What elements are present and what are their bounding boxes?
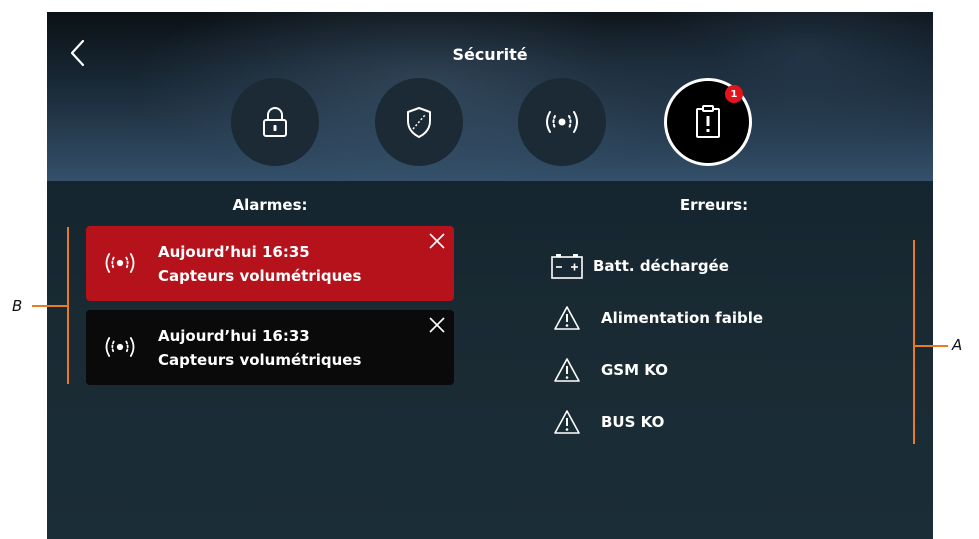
battery-icon — [551, 251, 583, 281]
alarm-time: Aujourd’hui 16:33 — [158, 327, 310, 345]
error-item: BUS KO — [551, 407, 664, 437]
alarm-label: Capteurs volumétriques — [158, 351, 362, 369]
warning-icon — [551, 303, 583, 333]
tab-alerts[interactable]: 1 — [664, 78, 752, 166]
callout-leader-right — [914, 345, 948, 347]
alarms-heading: Alarmes: — [232, 196, 308, 214]
tab-lock[interactable] — [231, 78, 319, 166]
warning-icon — [551, 407, 583, 437]
callout-leader-left — [32, 305, 68, 307]
header-background — [47, 12, 933, 181]
security-screen: Sécurité 1 Alarmes: Erreurs: Aujourd’hui… — [47, 12, 933, 539]
signal-icon — [105, 337, 135, 357]
warning-icon — [551, 355, 583, 385]
alarm-label: Capteurs volumétriques — [158, 267, 362, 285]
callout-label-left: B — [12, 297, 23, 315]
lock-icon — [263, 107, 287, 137]
notification-badge: 1 — [725, 85, 743, 103]
errors-heading: Erreurs: — [679, 196, 749, 214]
tab-shield[interactable] — [375, 78, 463, 166]
error-item: Batt. déchargée — [551, 251, 729, 281]
signal-icon — [105, 253, 135, 273]
page-title: Sécurité — [452, 45, 528, 64]
callout-bracket-right — [913, 240, 915, 444]
alarm-time: Aujourd’hui 16:35 — [158, 243, 310, 261]
error-item: GSM KO — [551, 355, 668, 385]
error-label: BUS KO — [601, 413, 665, 431]
shield-icon — [407, 107, 431, 138]
error-label: Alimentation faible — [601, 309, 764, 327]
close-icon[interactable] — [428, 232, 446, 250]
alarm-card[interactable]: Aujourd’hui 16:35 Capteurs volumétriques — [86, 226, 454, 301]
alarm-card[interactable]: Aujourd’hui 16:33 Capteurs volumétriques — [86, 310, 454, 385]
callout-label-right: A — [952, 336, 963, 354]
error-label: Batt. déchargée — [593, 257, 729, 275]
tab-signal[interactable] — [518, 78, 606, 166]
signal-icon — [546, 111, 578, 133]
close-icon[interactable] — [428, 316, 446, 334]
error-item: Alimentation faible — [551, 303, 763, 333]
error-label: GSM KO — [601, 361, 668, 379]
clipboard-alert-icon — [696, 105, 720, 138]
